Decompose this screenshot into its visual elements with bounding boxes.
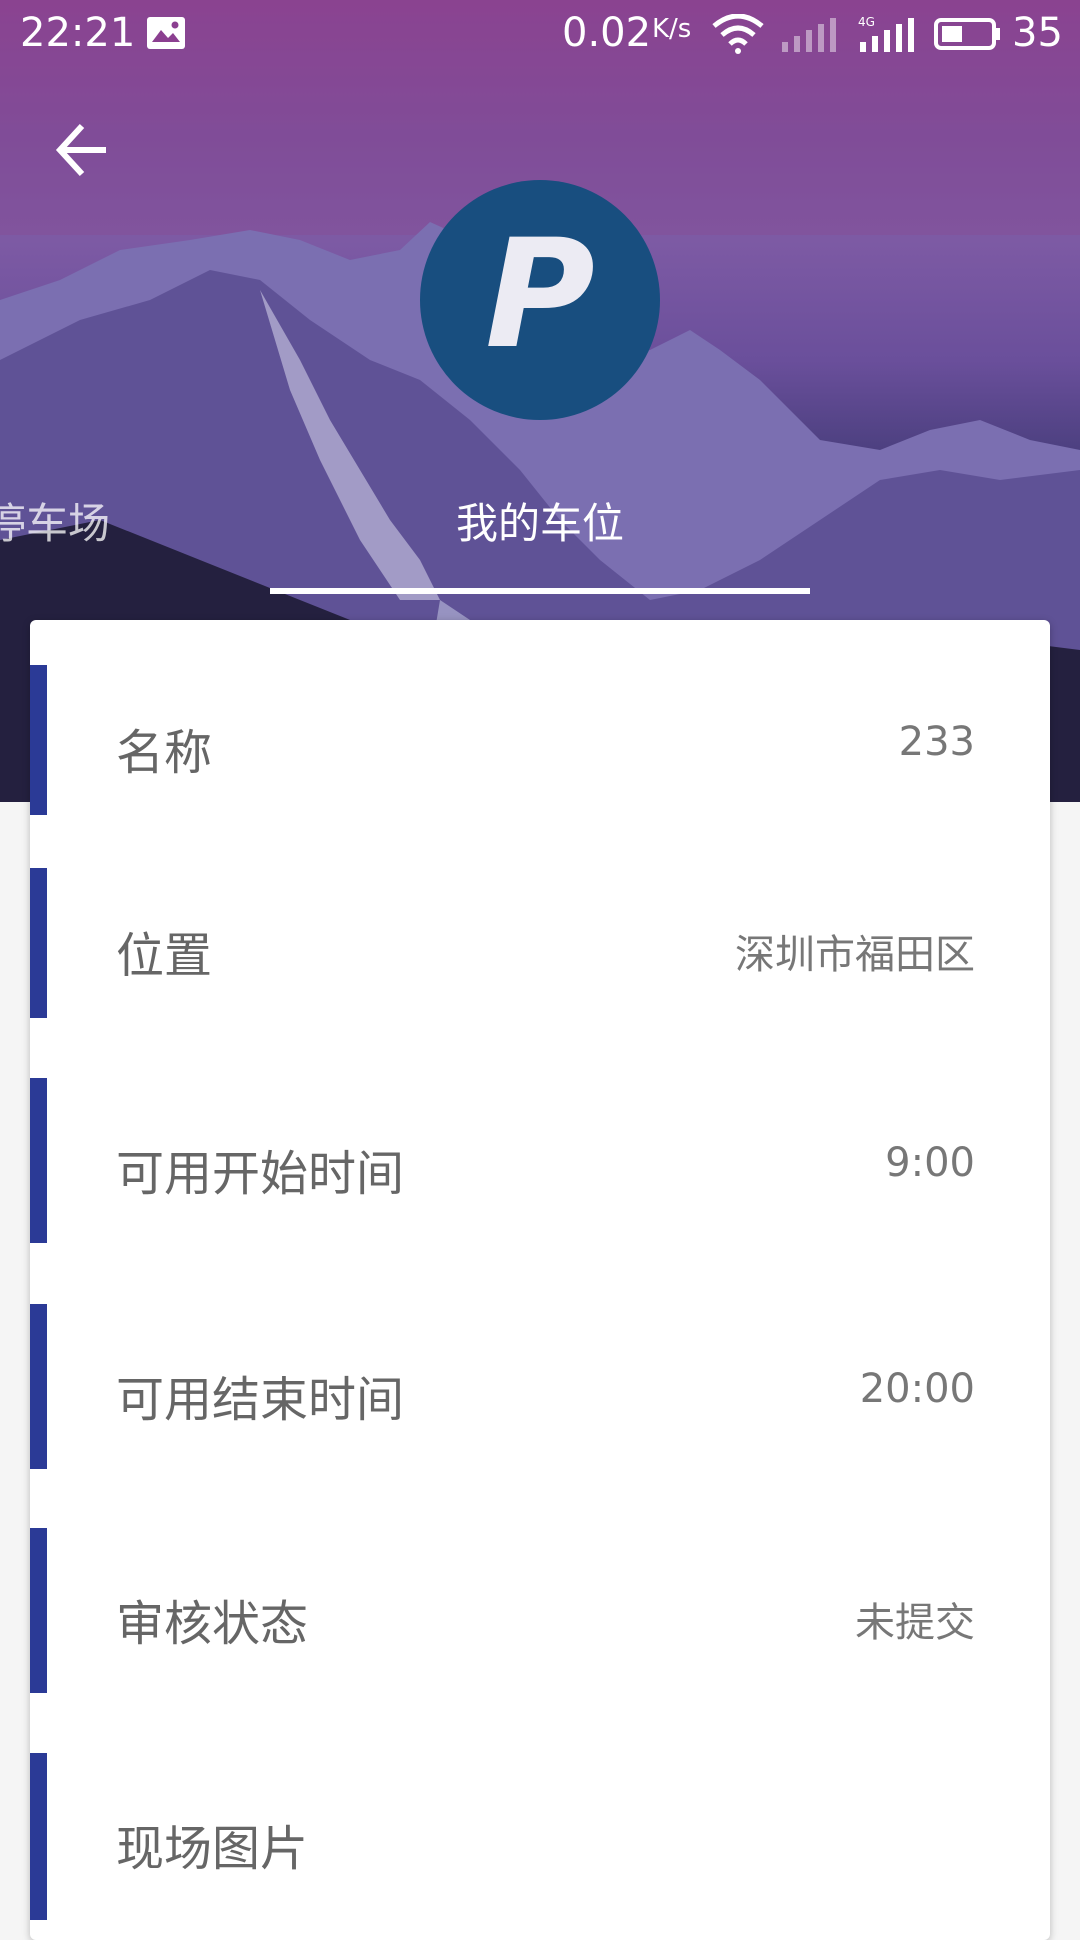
signal-4g-icon: 4G (858, 15, 914, 52)
detail-row-site-photos[interactable]: 现场图片 (30, 1753, 1050, 1920)
tab-parking-lot[interactable]: 停车场 (0, 490, 110, 551)
row-value: 20:00 (859, 1366, 975, 1412)
detail-row-start-time: 可用开始时间 9:00 (30, 1078, 1050, 1243)
row-value: 233 (898, 719, 975, 765)
detail-card: 名称 233 位置 深圳市福田区 可用开始时间 9:00 可用结束时间 20:0… (30, 620, 1050, 1940)
row-label: 名称 (116, 725, 213, 781)
image-icon (147, 17, 185, 49)
row-label: 审核状态 (116, 1596, 309, 1652)
arrow-left-icon (55, 123, 106, 177)
row-label: 位置 (116, 928, 213, 984)
row-accent-bar (30, 1078, 47, 1243)
row-label: 可用开始时间 (116, 1146, 405, 1202)
logo-letter: P (485, 208, 595, 382)
detail-row-review-status: 审核状态 未提交 (30, 1528, 1050, 1693)
tab-my-parking-space[interactable]: 我的车位 (456, 490, 624, 551)
row-accent-bar (30, 1304, 47, 1469)
row-value: 未提交 (855, 1600, 975, 1646)
row-label: 可用结束时间 (116, 1372, 405, 1428)
row-value: 9:00 (885, 1140, 975, 1186)
row-label: 现场图片 (116, 1821, 309, 1877)
parking-p-icon: P (485, 208, 595, 382)
detail-row-name: 名称 233 (30, 665, 1050, 815)
net-speed-unit: K/s (652, 14, 692, 44)
battery-level: 35 (1012, 10, 1063, 56)
status-time: 22:21 (20, 10, 136, 56)
row-accent-bar (30, 868, 47, 1018)
row-accent-bar (30, 665, 47, 815)
status-bar: 22:21 0.02 K/s 4G 35 (0, 0, 1080, 66)
back-button[interactable] (50, 116, 122, 188)
row-value: 深圳市福田区 (735, 932, 975, 978)
wifi-icon (712, 14, 764, 54)
row-accent-bar (30, 1753, 47, 1920)
detail-row-end-time: 可用结束时间 20:00 (30, 1304, 1050, 1469)
detail-row-location: 位置 深圳市福田区 (30, 868, 1050, 1018)
tab-indicator (270, 588, 810, 594)
net-speed: 0.02 (562, 10, 652, 56)
battery-icon (934, 18, 1000, 50)
parking-logo: P (420, 180, 660, 420)
signal-icon (782, 18, 836, 52)
svg-text:4G: 4G (858, 15, 875, 29)
row-accent-bar (30, 1528, 47, 1693)
